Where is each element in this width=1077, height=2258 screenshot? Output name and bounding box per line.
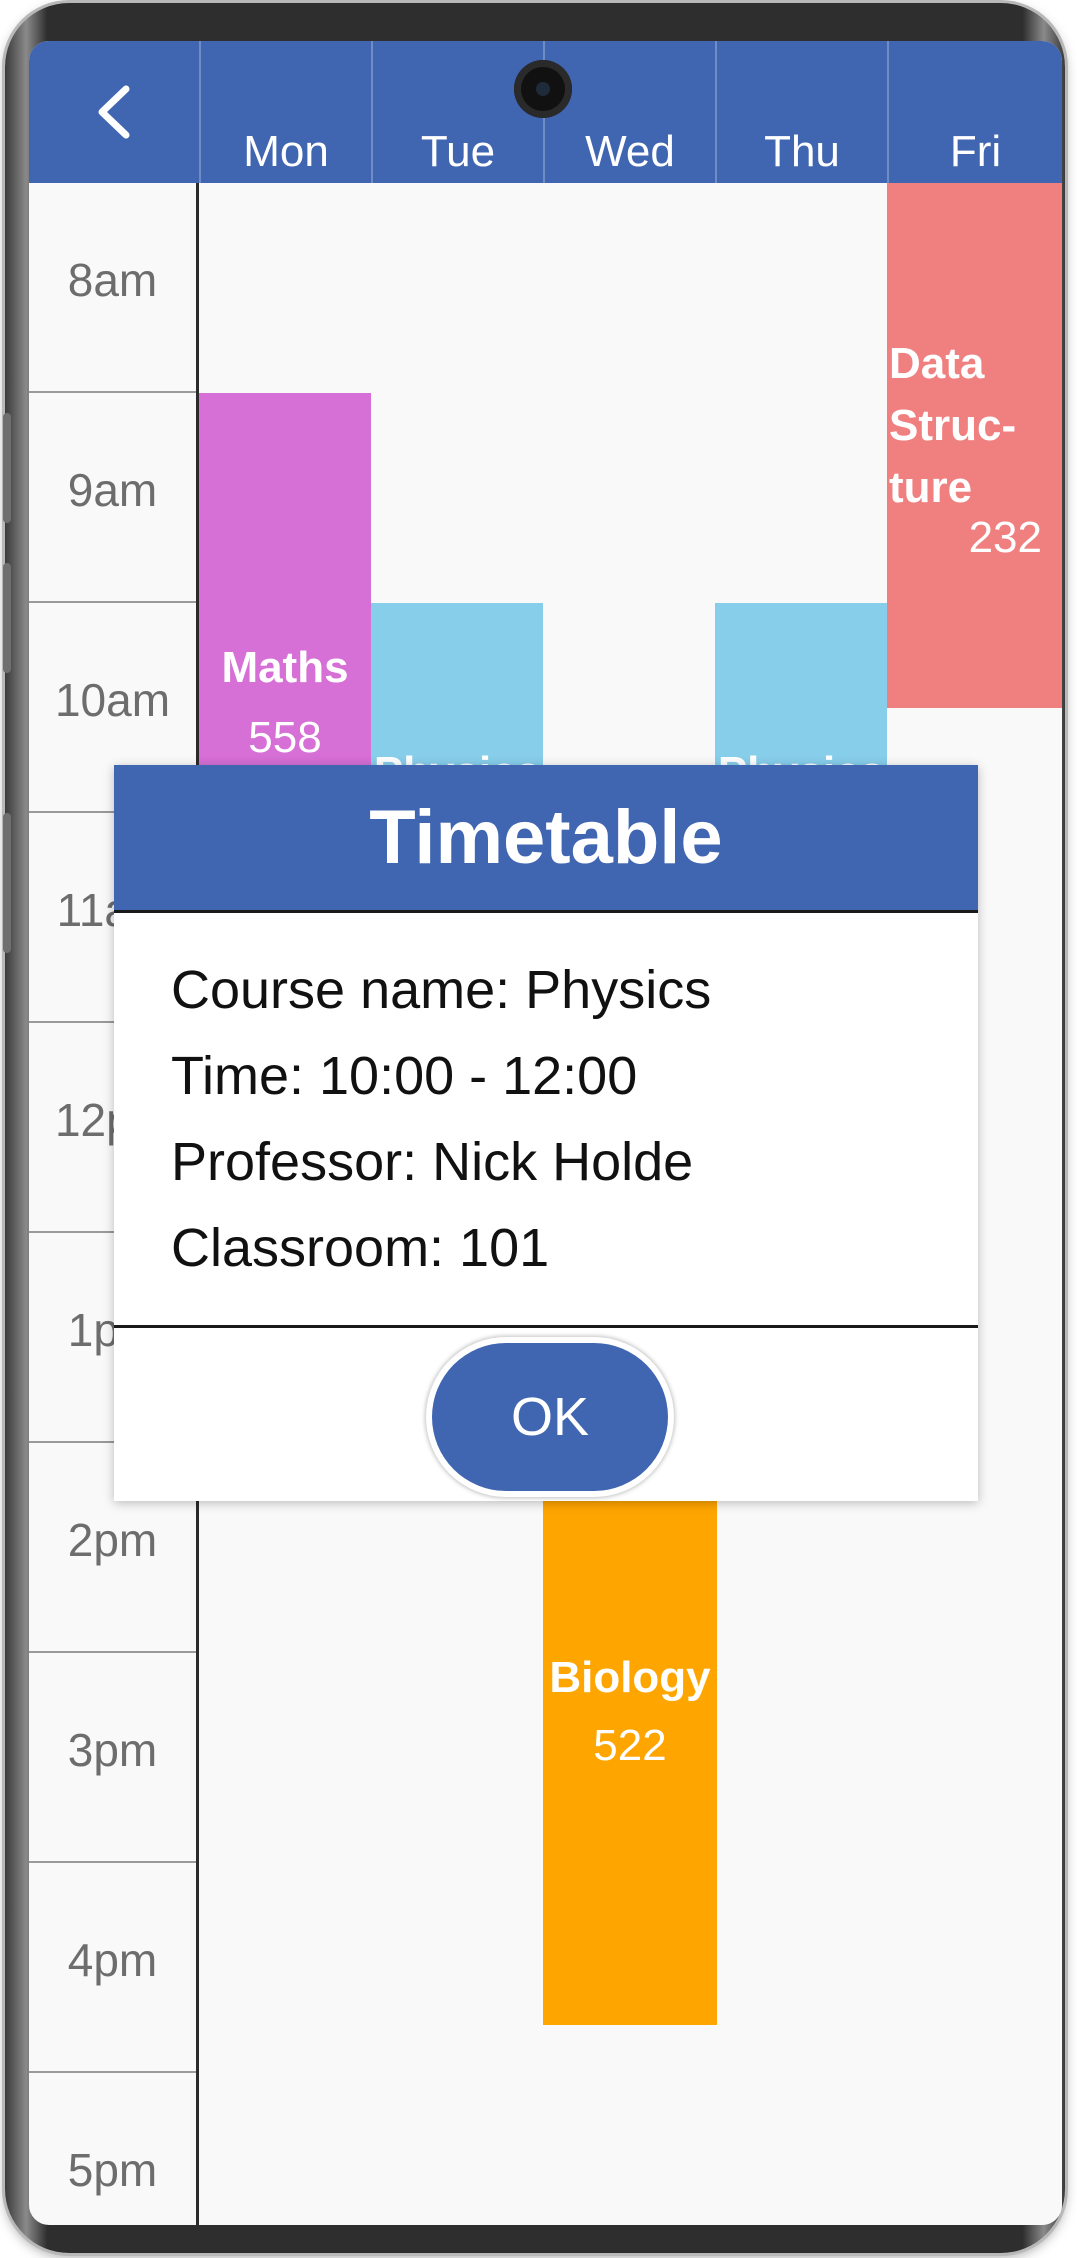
classroom-line: Classroom: 101: [171, 1218, 550, 1278]
dialog-divider: [114, 1325, 978, 1328]
professor-line: Professor: Nick Holde: [171, 1132, 694, 1192]
time-slot-3pm: 3pm: [29, 1653, 196, 1863]
day-label: Mon: [243, 127, 329, 176]
time-slot-4pm: 4pm: [29, 1863, 196, 2073]
chevron-left-icon: [98, 85, 130, 139]
time-line: Time: 10:00 - 12:00: [171, 1046, 638, 1106]
course-name: Data Struc- ture: [889, 339, 1017, 512]
time-slot-5pm: 5pm: [29, 2073, 196, 2225]
ok-button-label: OK: [510, 1387, 590, 1447]
back-button[interactable]: [29, 41, 199, 183]
day-header-bar: Mon Tue Wed Thu Fri: [29, 41, 1062, 183]
day-label: Tue: [420, 127, 496, 176]
course-name-line: Course name: Physics: [171, 960, 712, 1020]
time-label: 3pm: [67, 1724, 158, 1776]
dialog-body: Course name: Physics Time: 10:00 - 12:00…: [171, 947, 711, 1291]
course-room: 558: [248, 713, 322, 762]
time-slot-9am: 9am: [29, 393, 196, 603]
day-label: Wed: [585, 127, 675, 176]
front-camera: [514, 60, 572, 118]
course-block-data-structure[interactable]: Data Struc- ture 232: [887, 183, 1062, 708]
ok-button[interactable]: OK: [432, 1343, 668, 1491]
day-header-fri: Fri: [887, 41, 1062, 183]
day-label: Fri: [949, 127, 1002, 176]
day-header-tue: Tue: [371, 41, 543, 183]
course-block-biology[interactable]: Biology 522: [543, 1443, 717, 2025]
time-label: 4pm: [67, 1934, 158, 1986]
time-label: 2pm: [67, 1514, 158, 1566]
volume-up-button: [3, 413, 11, 523]
course-name: Biology: [549, 1653, 711, 1702]
time-label: 9am: [67, 464, 158, 516]
power-button: [3, 813, 11, 953]
phone-frame: Mon Tue Wed Thu Fri 8am 9am 10am 11am 12…: [3, 3, 1065, 2253]
day-label: Thu: [764, 127, 840, 176]
day-header-thu: Thu: [715, 41, 887, 183]
dialog-header: Timetable: [114, 765, 978, 913]
course-block-maths[interactable]: Maths 558: [199, 393, 371, 813]
course-room: 232: [968, 513, 1042, 562]
time-label: 5pm: [67, 2144, 158, 2196]
day-header-mon: Mon: [199, 41, 371, 183]
dialog-title: Timetable: [369, 795, 723, 880]
course-detail-dialog: Timetable Course name: Physics Time: 10:…: [114, 765, 978, 1501]
course-room: 522: [593, 1721, 667, 1770]
time-slot-8am: 8am: [29, 183, 196, 393]
app-screen: Mon Tue Wed Thu Fri 8am 9am 10am 11am 12…: [29, 41, 1062, 2225]
course-name: Maths: [221, 643, 349, 692]
day-header-wed: Wed: [543, 41, 715, 183]
time-label: 10am: [54, 674, 171, 726]
volume-down-button: [3, 563, 11, 673]
time-label: 8am: [67, 254, 158, 306]
